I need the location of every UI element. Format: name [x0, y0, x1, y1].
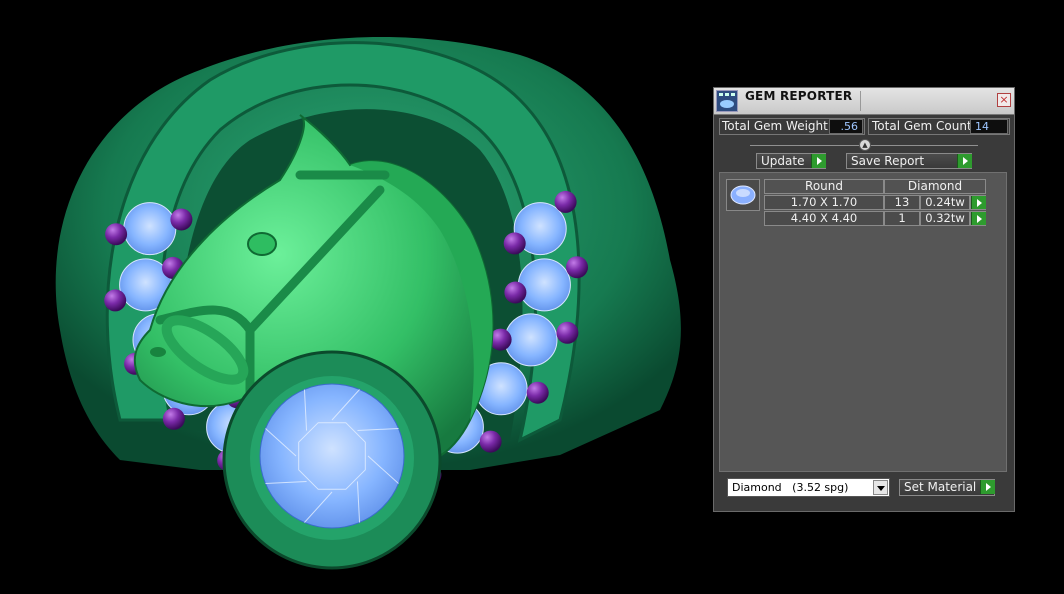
gem-weight-cell: 0.24tw — [920, 195, 970, 210]
close-icon[interactable]: × — [997, 93, 1011, 107]
side-diamond — [504, 313, 558, 367]
total-gem-count-value: 14 — [970, 119, 1008, 134]
gem-count-cell: 1 — [884, 211, 920, 226]
amethyst-bead — [162, 407, 185, 430]
gem-list: Round Diamond 1.70 X 1.70 13 0.24tw 4.40… — [719, 172, 1007, 472]
titlebar-divider — [860, 91, 861, 111]
material-select-value: Diamond (3.52 spg) — [732, 481, 849, 494]
amethyst-bead — [503, 232, 526, 255]
amethyst-bead — [105, 223, 128, 246]
gem-size-cell: 4.40 X 4.40 — [764, 211, 884, 226]
save-report-button[interactable]: Save Report — [846, 153, 972, 169]
panel-titlebar[interactable]: GEM REPORTER × — [714, 88, 1014, 115]
amethyst-bead — [556, 321, 579, 344]
material-select[interactable]: Diamond (3.52 spg) — [727, 478, 890, 497]
row-detail-button[interactable] — [970, 195, 986, 210]
dropdown-arrow-icon[interactable] — [873, 480, 888, 495]
gem-thumbnail-icon[interactable] — [726, 179, 760, 211]
panel-splitter-handle[interactable]: ▲ — [859, 139, 871, 151]
amethyst-bead — [170, 208, 193, 231]
total-gem-weight-label: Total Gem Weight — [722, 119, 828, 133]
side-diamond — [123, 202, 177, 256]
3d-viewport[interactable] — [0, 0, 700, 594]
update-button[interactable]: Update — [756, 153, 826, 169]
set-material-button[interactable]: Set Material — [899, 479, 995, 496]
total-gem-count-label: Total Gem Count — [872, 119, 972, 133]
column-header-material[interactable]: Diamond — [884, 179, 986, 194]
play-arrow-icon — [957, 154, 972, 168]
gem-reporter-icon — [716, 90, 738, 112]
column-header-shape[interactable]: Round — [764, 179, 884, 194]
save-report-button-label: Save Report — [851, 154, 925, 168]
panel-title: GEM REPORTER — [745, 89, 853, 103]
horse-nostril — [150, 347, 166, 357]
amethyst-bead — [526, 381, 549, 404]
set-material-button-label: Set Material — [904, 480, 977, 494]
row-detail-button[interactable] — [970, 211, 986, 226]
amethyst-bead — [554, 190, 577, 213]
gem-weight-cell: 0.32tw — [920, 211, 970, 226]
amethyst-bead — [504, 281, 527, 304]
play-arrow-icon — [971, 196, 986, 209]
gem-count-cell: 13 — [884, 195, 920, 210]
amethyst-bead — [566, 256, 588, 279]
gem-size-cell: 1.70 X 1.70 — [764, 195, 884, 210]
update-button-label: Update — [761, 154, 805, 168]
play-arrow-icon — [811, 154, 826, 168]
horse-eye — [247, 232, 277, 256]
amethyst-bead — [104, 289, 127, 312]
play-arrow-icon — [971, 212, 986, 225]
gem-reporter-panel: GEM REPORTER × Total Gem Weight .56 Tota… — [713, 87, 1015, 512]
amethyst-bead — [479, 430, 502, 453]
play-arrow-icon — [980, 480, 995, 494]
total-gem-weight-value: .56 — [829, 119, 863, 134]
side-diamond — [517, 258, 571, 312]
center-diamond — [259, 383, 405, 529]
